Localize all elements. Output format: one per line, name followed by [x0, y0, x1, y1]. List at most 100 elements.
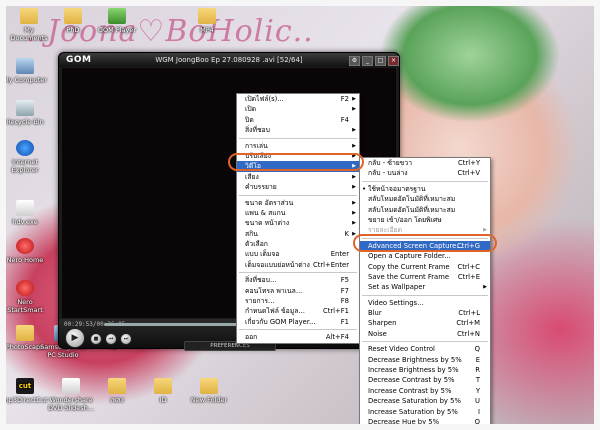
menu-item-shortcut: E: [475, 355, 480, 364]
menu-item[interactable]: กลับ - บนล่าง Ctrl+V: [360, 168, 490, 178]
desktop-icon[interactable]: ID: [140, 378, 186, 404]
menu-item[interactable]: ขนาด หน้าต่าง ▶: [237, 218, 359, 228]
menu-item-label: ออก: [245, 333, 258, 342]
menu-item[interactable]: ปิด F4: [237, 115, 359, 125]
previous-icon[interactable]: ⏮: [105, 333, 117, 345]
menu-item[interactable]: Noise Ctrl+N: [360, 329, 490, 339]
menu-item[interactable]: ปรับเสียง ▶: [237, 151, 359, 161]
menu-item[interactable]: ออก Alt+F4: [237, 332, 359, 342]
stop-icon[interactable]: ■: [90, 333, 102, 345]
menu-item-label: ขนาด หน้าต่าง: [245, 219, 290, 228]
menu-item[interactable]: แพน & สแกน ▶: [237, 208, 359, 218]
desktop-icon[interactable]: hdv.exe: [2, 200, 48, 226]
menu-item-shortcut: U: [475, 397, 480, 406]
menu-item[interactable]: Decrease Saturation by 5% U: [360, 396, 490, 406]
menu-item[interactable]: แบบ เต็มจอ Enter: [237, 249, 359, 259]
desktop-icon[interactable]: Recycle Bin: [2, 100, 48, 126]
menu-item[interactable]: วิดีโอ ▶: [237, 161, 359, 172]
menu-item-shortcut: F4: [340, 115, 349, 124]
menu-item-label: Copy the Current Frame: [368, 262, 450, 271]
menu-item-shortcut: O: [474, 417, 480, 426]
menu-item[interactable]: Sharpen Ctrl+M: [360, 318, 490, 328]
desktop-icon[interactable]: Wondershare DVD Slidesh...: [48, 378, 94, 412]
menu-item-label: เกี่ยวกับ GOM Player...: [245, 317, 316, 326]
menu-item[interactable]: Reset Video Control Q: [360, 344, 490, 354]
menu-item-shortcut: F8: [340, 297, 349, 306]
menu-item-label: คำบรรยาย: [245, 183, 277, 192]
desktop-icon[interactable]: PhD: [50, 8, 96, 34]
menu-item[interactable]: เปิดไฟล์(s)... F2 ▶: [237, 94, 359, 104]
menu-item[interactable]: Blur Ctrl+L: [360, 308, 490, 318]
menu-item-label: ใช้หน้าจอมาตรฐาน: [368, 184, 426, 193]
menu-item[interactable]: Increase Contrast by 5% Y: [360, 386, 490, 396]
menu-item-shortcut: Y: [475, 386, 480, 395]
menu-item[interactable]: เกี่ยวกับ GOM Player... F1: [237, 317, 359, 327]
menu-item-label: Sharpen: [368, 319, 397, 328]
menu-item[interactable]: สลับโหมดอัตโนมัติที่เหมาะสม: [360, 194, 490, 204]
settings-icon[interactable]: ⚙: [349, 56, 360, 66]
menu-item-label: ปิด: [245, 115, 254, 124]
desktop-icon[interactable]: เพลง: [94, 378, 140, 404]
menu-item[interactable]: Set as Wallpaper ▶: [360, 282, 490, 292]
desktop-icon[interactable]: cut mp3DirectCut: [2, 378, 48, 404]
menu-item[interactable]: Increase Saturation by 5% I: [360, 407, 490, 417]
submenu-arrow-icon: ▶: [352, 209, 356, 216]
menu-item[interactable]: รายละเอียด ▶: [360, 225, 490, 235]
desktop-icon[interactable]: GOM Player: [94, 8, 140, 34]
menu-item[interactable]: ขนาด อัตราส่วน ▶: [237, 198, 359, 208]
menu-item-label: สลับโหมดอัตโนมัติที่เหมาะสม: [368, 195, 456, 204]
menu-item[interactable]: Decrease Hue by 5% O: [360, 417, 490, 427]
menu-item[interactable]: Copy the Current Frame Ctrl+C: [360, 262, 490, 272]
menu-item[interactable]: รายการ... F8: [237, 296, 359, 306]
maximize-icon[interactable]: □: [375, 56, 386, 66]
menu-separator: [239, 137, 357, 139]
folder-icon: [108, 378, 126, 394]
submenu-arrow-icon: ▶: [352, 163, 356, 170]
desktop-icon[interactable]: MP4: [184, 8, 230, 34]
desktop-icon[interactable]: Internet Explorer: [2, 140, 48, 174]
menu-item[interactable]: สิ่งที่ชอบ... F5: [237, 275, 359, 285]
next-icon[interactable]: ⏭: [120, 333, 132, 345]
menu-item[interactable]: คำบรรยาย ▶: [237, 182, 359, 192]
desktop-icon[interactable]: Nero Home: [2, 238, 48, 264]
submenu-arrow-icon: ▶: [352, 96, 356, 102]
menu-item[interactable]: สลับโหมดอัตโนมัติที่เหมาะสม: [360, 205, 490, 215]
menu-item[interactable]: เสียง ▶: [237, 172, 359, 182]
player-titlebar[interactable]: GOM WGM JoongBoo Ep 27.080928 .avi [52/6…: [59, 53, 399, 67]
menu-item[interactable]: Decrease Brightness by 5% E: [360, 355, 490, 365]
menu-item[interactable]: เต็มจอแบบย่อหน้าต่าง Ctrl+Enter: [237, 260, 359, 270]
menu-item[interactable]: เปิด ▶: [237, 104, 359, 114]
photoscape-icon: [16, 325, 34, 341]
menu-item[interactable]: กลับ - ซ้ายขวา Ctrl+Y: [360, 158, 490, 168]
menu-item[interactable]: Open a Capture Folder...: [360, 251, 490, 261]
desktop-icon[interactable]: Nero StartSmart: [2, 280, 48, 314]
menu-item[interactable]: สกิน K ▶: [237, 229, 359, 239]
context-menu: เปิดไฟล์(s)... F2 ▶ เปิด ▶ ปิด F4 สิ่งที่ชอบ ▶ กา…: [236, 93, 360, 344]
menu-item[interactable]: Decrease Contrast by 5% T: [360, 375, 490, 385]
desktop-icon[interactable]: My Computer: [2, 58, 48, 84]
menu-item-shortcut: F7: [340, 286, 349, 295]
menu-item[interactable]: Video Settings...: [360, 298, 490, 308]
desktop-icon[interactable]: My Documents: [6, 8, 52, 42]
menu-item-shortcut: Ctrl+C: [457, 262, 480, 271]
desktop-icon[interactable]: New Folder: [186, 378, 232, 404]
menu-item[interactable]: การเล่น ▶: [237, 141, 359, 151]
menu-item[interactable]: Save the Current Frame Ctrl+E: [360, 272, 490, 282]
menu-item[interactable]: Advanced Screen Capture... Ctrl+G: [360, 240, 490, 252]
menu-item-label: สลับโหมดอัตโนมัติที่เหมาะสม: [368, 205, 456, 214]
menu-item[interactable]: ขยาย เข้า/ออก โดยพิเศษ: [360, 215, 490, 225]
submenu-arrow-icon: ▶: [352, 152, 356, 159]
menu-item-shortcut: Ctrl+G: [456, 241, 480, 250]
close-icon[interactable]: ×: [388, 56, 399, 66]
menu-item[interactable]: สิ่งที่ชอบ ▶: [237, 125, 359, 135]
menu-item[interactable]: Increase Brightness by 5% R: [360, 365, 490, 375]
menu-item[interactable]: กำหนดไฟล์ ข้อมูล... Ctrl+F1: [237, 306, 359, 316]
menu-item-label: การเล่น: [245, 141, 268, 150]
play-icon[interactable]: ▶: [65, 328, 85, 348]
menu-item[interactable]: • ใช้หน้าจอมาตรฐาน: [360, 184, 490, 194]
minimize-icon[interactable]: _: [362, 56, 373, 66]
menu-item[interactable]: ตัวเลือก: [237, 239, 359, 249]
folder-icon: [154, 378, 172, 394]
menu-item[interactable]: คอนโทรล พาเนล... F7: [237, 286, 359, 296]
menu-item-shortcut: R: [475, 366, 480, 375]
